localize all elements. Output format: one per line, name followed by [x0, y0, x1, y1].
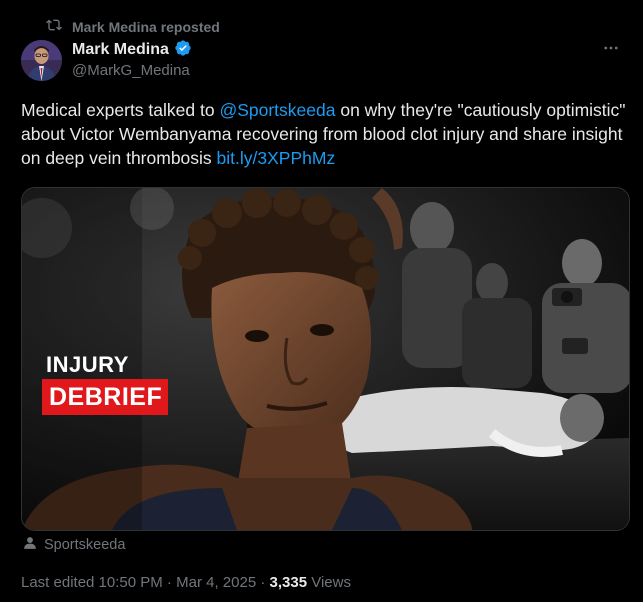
- person-icon: [23, 536, 37, 554]
- tweet-text: Medical experts talked to @Sportskeeda o…: [21, 98, 626, 170]
- separator: ·: [256, 574, 270, 591]
- repost-label: Mark Medina reposted: [72, 18, 220, 35]
- badge-injury: INJURY: [46, 352, 129, 377]
- repost-indicator[interactable]: Mark Medina reposted: [46, 17, 220, 36]
- verified-badge-icon: [174, 39, 192, 62]
- more-icon: [602, 39, 620, 62]
- edited-time-link[interactable]: Last edited 10:50 PM: [21, 574, 163, 591]
- media-source[interactable]: Sportskeeda: [23, 536, 125, 554]
- mention-link[interactable]: @Sportskeeda: [219, 100, 335, 120]
- more-options-button[interactable]: [599, 40, 623, 60]
- author-name[interactable]: Mark Medina: [72, 41, 169, 59]
- badge-debrief: DEBRIEF: [42, 379, 169, 415]
- date-link[interactable]: Mar 4, 2025: [176, 574, 256, 591]
- author-avatar[interactable]: [21, 40, 62, 81]
- tweet-card[interactable]: Mark Medina reposted Mark Medina @MarkG_…: [0, 0, 643, 602]
- source-label: Sportskeeda: [44, 537, 126, 553]
- author-handle[interactable]: @MarkG_Medina: [72, 62, 192, 79]
- author-info: Mark Medina @MarkG_Medina: [72, 39, 192, 79]
- tweet-text-part-1: Medical experts talked to: [21, 100, 220, 120]
- tweet-metadata: Last edited 10:50 PM · Mar 4, 2025 · 3,3…: [21, 574, 351, 591]
- repost-icon: [46, 17, 62, 36]
- separator: ·: [162, 574, 177, 591]
- views-count: 3,335: [269, 574, 308, 591]
- views-label: Views: [307, 574, 351, 591]
- url-link[interactable]: bit.ly/3XPPhMz: [217, 148, 336, 168]
- tweet-media-image[interactable]: INJURY DEBRIEF: [21, 187, 630, 531]
